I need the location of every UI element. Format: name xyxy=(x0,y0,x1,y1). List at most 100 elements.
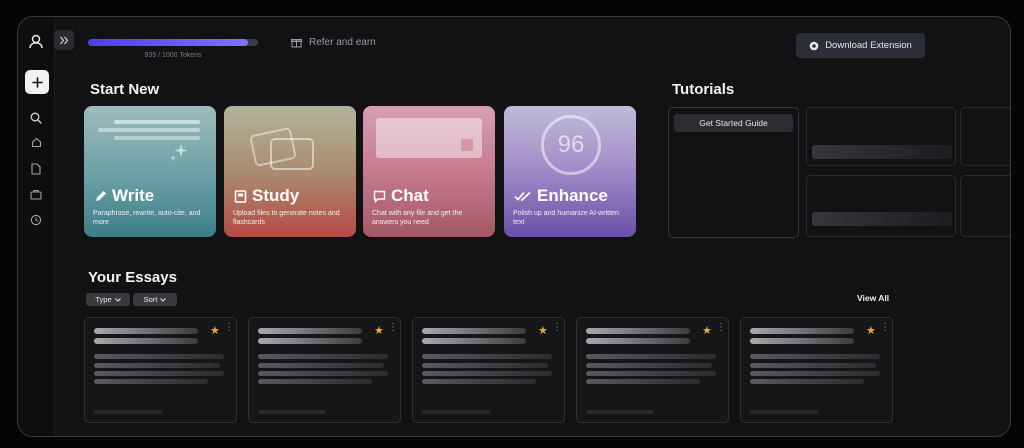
essay-title-placeholder xyxy=(586,338,690,344)
token-count-label: 939 / 1000 Tokens xyxy=(144,52,202,59)
gift-icon xyxy=(291,39,302,48)
tutorial-card[interactable]: Get Started Guide xyxy=(668,107,799,238)
star-icon[interactable]: ★ xyxy=(866,324,876,337)
chevron-down-icon xyxy=(160,297,167,302)
essay-line-placeholder xyxy=(94,354,224,359)
enhance-card[interactable]: 96 Enhance Polish up and humanize AI-wri… xyxy=(504,106,636,237)
essay-card[interactable]: ★ ⋮ xyxy=(248,317,401,423)
essay-footer-placeholder xyxy=(586,410,654,414)
chat-card[interactable]: Chat Chat with any file and get the answ… xyxy=(363,106,495,237)
history-icon[interactable] xyxy=(26,210,46,230)
essay-line-placeholder xyxy=(94,363,220,368)
essay-line-placeholder xyxy=(94,371,224,376)
tutorial-placeholder xyxy=(806,175,956,237)
start-new-heading: Start New xyxy=(90,81,160,98)
essay-footer-placeholder xyxy=(750,410,818,414)
essay-card[interactable]: ★ ⋮ xyxy=(740,317,893,423)
essay-title-placeholder xyxy=(750,338,854,344)
essay-title-placeholder xyxy=(258,328,362,334)
essay-footer-placeholder xyxy=(422,410,490,414)
essay-line-placeholder xyxy=(422,371,552,376)
essay-line-placeholder xyxy=(586,363,712,368)
enhance-card-description: Polish up and humanize AI-written text xyxy=(513,210,619,227)
essay-line-placeholder xyxy=(422,363,548,368)
view-all-link[interactable]: View All xyxy=(857,293,889,303)
essay-line-placeholder xyxy=(586,371,716,376)
chevron-down-icon xyxy=(114,297,121,302)
more-options-icon[interactable]: ⋮ xyxy=(224,323,234,333)
essay-title-placeholder xyxy=(258,338,362,344)
chat-bubble-icon xyxy=(373,190,386,203)
essay-line-placeholder xyxy=(586,354,716,359)
star-icon[interactable]: ★ xyxy=(374,324,384,337)
essay-line-placeholder xyxy=(750,363,876,368)
tutorial-placeholder xyxy=(806,107,956,166)
write-card[interactable]: Write Paraphrase, rewrite, auto-cite, an… xyxy=(84,106,216,237)
notebook-icon xyxy=(234,189,247,203)
user-icon[interactable] xyxy=(26,31,46,51)
enhance-score: 96 xyxy=(557,131,585,158)
type-filter-label: Type xyxy=(95,295,112,304)
more-options-icon[interactable]: ⋮ xyxy=(552,323,562,333)
essay-line-placeholder xyxy=(258,363,384,368)
get-started-guide-button[interactable]: Get Started Guide xyxy=(674,114,793,132)
essay-title-placeholder xyxy=(422,338,526,344)
more-options-icon[interactable]: ⋮ xyxy=(388,323,398,333)
essay-title-placeholder xyxy=(94,328,198,334)
essay-title-placeholder xyxy=(586,328,690,334)
tutorial-placeholder xyxy=(960,175,1010,237)
enhance-card-title: Enhance xyxy=(537,186,608,205)
sort-filter-dropdown[interactable]: Sort xyxy=(133,293,177,306)
star-icon[interactable]: ★ xyxy=(538,324,548,337)
write-card-title: Write xyxy=(112,186,155,205)
essay-card[interactable]: ★ ⋮ xyxy=(84,317,237,423)
essay-line-placeholder xyxy=(750,354,880,359)
your-essays-heading: Your Essays xyxy=(88,269,177,286)
refer-and-earn-link[interactable]: Refer and earn xyxy=(291,37,376,48)
sparkle-icon xyxy=(170,144,188,161)
home-icon[interactable] xyxy=(26,132,46,152)
expand-sidebar-button[interactable] xyxy=(54,30,74,50)
token-progress-fill xyxy=(88,39,248,46)
search-icon[interactable] xyxy=(26,108,46,128)
essay-line-placeholder xyxy=(258,354,388,359)
essay-line-placeholder xyxy=(586,379,700,384)
chat-card-title: Chat xyxy=(391,186,429,205)
type-filter-dropdown[interactable]: Type xyxy=(86,293,130,306)
essay-footer-placeholder xyxy=(258,410,326,414)
star-icon[interactable]: ★ xyxy=(702,324,712,337)
essay-line-placeholder xyxy=(94,379,208,384)
download-extension-button[interactable]: Download Extension xyxy=(796,33,925,58)
document-icon[interactable] xyxy=(26,159,46,179)
study-card-description: Upload files to generate notes and flash… xyxy=(233,210,340,227)
star-icon[interactable]: ★ xyxy=(210,324,220,337)
download-extension-label: Download Extension xyxy=(825,40,912,51)
essay-card[interactable]: ★ ⋮ xyxy=(412,317,565,423)
essay-title-placeholder xyxy=(94,338,198,344)
essay-title-placeholder xyxy=(750,328,854,334)
write-card-description: Paraphrase, rewrite, auto-cite, and more xyxy=(93,210,201,227)
briefcase-icon[interactable] xyxy=(26,184,46,204)
app-window: 939 / 1000 Tokens Refer and earn Downloa… xyxy=(17,16,1011,437)
refer-label: Refer and earn xyxy=(309,37,376,48)
token-progress-bar xyxy=(88,39,258,46)
double-check-icon xyxy=(514,191,531,201)
plus-icon xyxy=(31,76,43,88)
double-chevron-right-icon xyxy=(60,36,69,44)
more-options-icon[interactable]: ⋮ xyxy=(880,323,890,333)
pencil-icon xyxy=(96,190,106,201)
study-card[interactable]: Study Upload files to generate notes and… xyxy=(224,106,356,237)
tutorial-placeholder xyxy=(960,107,1010,166)
essay-line-placeholder xyxy=(422,354,552,359)
essay-title-placeholder xyxy=(422,328,526,334)
sort-filter-label: Sort xyxy=(143,295,158,304)
essay-line-placeholder xyxy=(258,379,372,384)
sidebar xyxy=(18,17,55,436)
new-document-button[interactable] xyxy=(25,70,49,94)
essay-card[interactable]: ★ ⋮ xyxy=(576,317,729,423)
essay-line-placeholder xyxy=(750,379,864,384)
more-options-icon[interactable]: ⋮ xyxy=(716,323,726,333)
tutorials-heading: Tutorials xyxy=(672,81,735,98)
essay-line-placeholder xyxy=(750,371,880,376)
essay-footer-placeholder xyxy=(94,410,162,414)
